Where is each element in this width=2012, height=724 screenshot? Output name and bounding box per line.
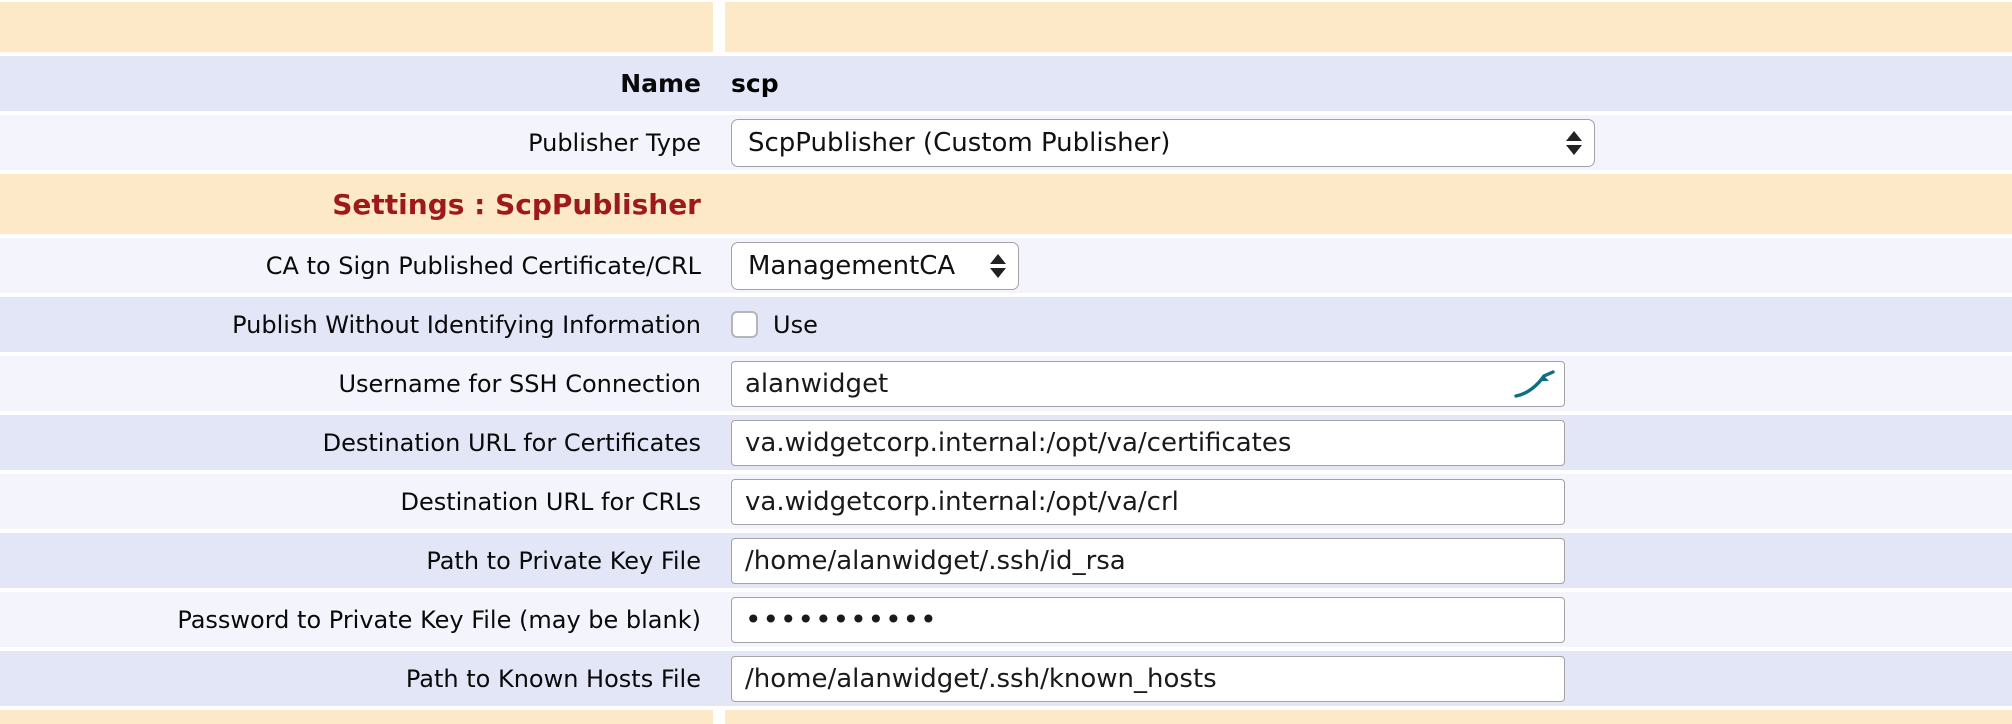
name-label: Name [0, 69, 713, 98]
row-publisher-type: Publisher Type ScpPublisher (Custom Publ… [0, 115, 2012, 170]
password-label: Password to Private Key File (may be bla… [0, 606, 713, 634]
use-checkbox[interactable] [731, 311, 758, 338]
ca-label: CA to Sign Published Certificate/CRL [0, 252, 713, 280]
ca-select[interactable]: ManagementCA [731, 242, 1019, 290]
knownhosts-label: Path to Known Hosts File [0, 665, 713, 693]
row-name: Name scp [0, 56, 2012, 111]
crl-url-input[interactable] [731, 479, 1565, 525]
privkey-label: Path to Private Key File [0, 547, 713, 575]
select-stepper-icon [972, 254, 1006, 278]
row-privkey-password: Password to Private Key File (may be bla… [0, 592, 2012, 647]
knownhosts-path-input[interactable] [731, 656, 1565, 702]
privkey-path-input[interactable] [731, 538, 1565, 584]
settings-heading-band: Settings : ScpPublisher [0, 174, 2012, 234]
anonymize-label: Publish Without Identifying Information [0, 311, 713, 339]
row-ca: CA to Sign Published Certificate/CRL Man… [0, 238, 2012, 293]
column-gap [713, 2, 725, 52]
ca-selected-value: ManagementCA [748, 251, 955, 281]
publisher-edit-form: Name scp Publisher Type ScpPublisher (Cu… [0, 0, 2012, 724]
use-checkbox-label: Use [773, 311, 818, 339]
table-bottom-band-right-cell [725, 710, 2012, 724]
table-top-band-right-cell [725, 2, 2012, 52]
cert-url-label: Destination URL for Certificates [0, 429, 713, 457]
publisher-type-select[interactable]: ScpPublisher (Custom Publisher) [731, 119, 1595, 167]
username-input[interactable] [731, 361, 1565, 407]
row-privkey-path: Path to Private Key File [0, 533, 2012, 588]
settings-heading: Settings : ScpPublisher [0, 188, 713, 221]
row-crl-url: Destination URL for CRLs [0, 474, 2012, 529]
dashlane-autofill-icon[interactable] [1513, 369, 1555, 399]
username-label: Username for SSH Connection [0, 370, 713, 398]
publisher-type-selected-value: ScpPublisher (Custom Publisher) [748, 128, 1170, 158]
select-stepper-icon [1548, 131, 1582, 155]
privkey-password-input[interactable] [731, 597, 1565, 643]
table-bottom-band [0, 710, 2012, 724]
cert-url-input[interactable] [731, 420, 1565, 466]
row-knownhosts-path: Path to Known Hosts File [0, 651, 2012, 706]
table-top-band [0, 2, 2012, 52]
row-username: Username for SSH Connection [0, 356, 2012, 411]
row-cert-url: Destination URL for Certificates [0, 415, 2012, 470]
table-bottom-band-left-cell [0, 710, 713, 724]
name-value: scp [731, 69, 779, 98]
publisher-type-label: Publisher Type [0, 129, 713, 157]
column-gap [713, 710, 725, 724]
row-anonymize: Publish Without Identifying Information … [0, 297, 2012, 352]
crl-url-label: Destination URL for CRLs [0, 488, 713, 516]
table-top-band-left-cell [0, 2, 713, 52]
